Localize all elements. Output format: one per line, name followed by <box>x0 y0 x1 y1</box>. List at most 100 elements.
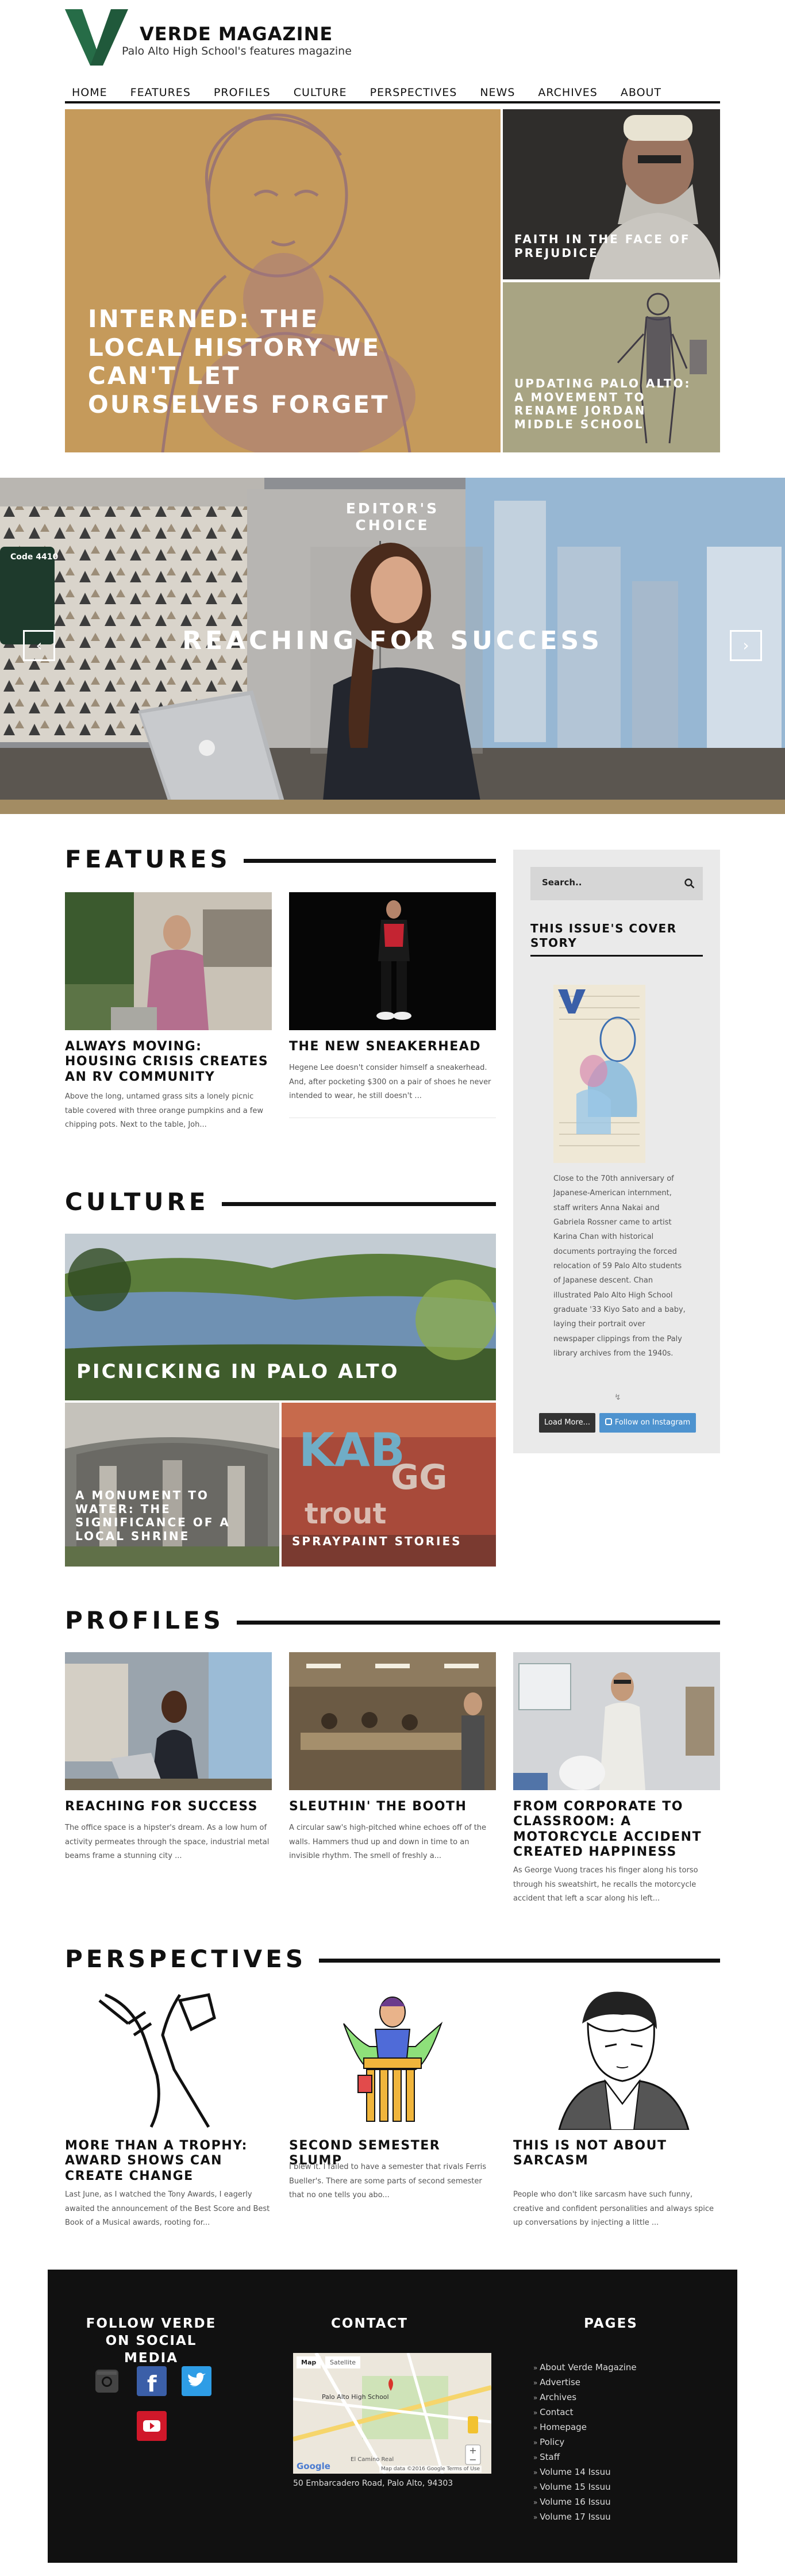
hero-main-tile[interactable]: INTERNED: THE LOCAL HISTORY WE CAN'T LET… <box>65 109 501 452</box>
page-link[interactable]: Homepage <box>533 2420 637 2435</box>
site-subtitle: Palo Alto High School's features magazin… <box>122 45 352 57</box>
map-zoom-out-button[interactable]: − <box>467 2455 479 2464</box>
perspective-card-1-excerpt: Last June, as I watched the Tony Awards,… <box>65 2190 270 2228</box>
profile-card-3-image[interactable] <box>513 1652 720 1790</box>
hero-side-top-tile[interactable]: FAITH IN THE FACE OF PREJUDICE <box>503 109 720 279</box>
nav-news[interactable]: NEWS <box>480 82 515 101</box>
page-link[interactable]: Contact <box>533 2405 637 2420</box>
profile-card-2-title[interactable]: SLEUTHIN' THE BOOTH <box>289 1799 496 1814</box>
search-input[interactable]: Search.. <box>542 877 582 888</box>
page-link[interactable]: Volume 16 Issuu <box>533 2495 637 2510</box>
profile-card-2-photo <box>289 1652 496 1790</box>
slider-prev-button[interactable]: ‹ <box>23 630 55 661</box>
svg-text:f: f <box>147 2371 157 2396</box>
feature-card-1-excerpt: Above the long, untamed grass sits a lon… <box>65 1092 264 1130</box>
slider-title[interactable]: REACHING FOR SUCCESS <box>134 626 651 655</box>
perspectives-heading: PERSPECTIVES <box>65 1945 320 1973</box>
culture-main-tile[interactable]: PICNICKING IN PALO ALTO <box>65 1234 496 1400</box>
profile-card-2-image[interactable] <box>289 1652 496 1790</box>
nav-perspectives[interactable]: PERSPECTIVES <box>370 82 457 101</box>
map-tab-map[interactable]: Map <box>297 2356 321 2368</box>
perspective-card-1-title[interactable]: MORE THAN A TROPHY: AWARD SHOWS CAN CREA… <box>65 2139 260 2184</box>
svg-text:GG: GG <box>391 1457 448 1498</box>
follow-instagram-button[interactable]: Follow on Instagram <box>599 1413 696 1433</box>
perspective-card-2-image[interactable] <box>289 1989 496 2130</box>
editors-choice-slider[interactable]: Code 4410 EDITOR'S CHOICE REACHING FOR S… <box>0 478 785 814</box>
perspective-card-3-image[interactable] <box>513 1989 720 2130</box>
hero-side-top-title[interactable]: FAITH IN THE FACE OF PREJUDICE <box>514 232 698 260</box>
instagram-icon[interactable] <box>92 2366 122 2396</box>
cover-illustration <box>553 985 645 1163</box>
nav-archives[interactable]: ARCHIVES <box>538 82 597 101</box>
page-link[interactable]: Volume 15 Issuu <box>533 2480 637 2495</box>
page-link[interactable]: Policy <box>533 2435 637 2450</box>
slider-kicker: EDITOR'S CHOICE <box>345 500 440 533</box>
page-link[interactable]: Archives <box>533 2390 637 2405</box>
search-box[interactable]: Search.. <box>530 867 703 900</box>
perspective-card-3-excerpt: People who don't like sarcasm have such … <box>513 2190 714 2228</box>
profile-card-1-title[interactable]: REACHING FOR SUCCESS <box>65 1799 272 1814</box>
map-street-label: El Camino Real <box>351 2456 394 2463</box>
slider-wall-sign: Code 4410 <box>10 552 59 562</box>
verde-logo[interactable] <box>65 9 128 66</box>
page-link[interactable]: About Verde Magazine <box>533 2360 637 2375</box>
main-nav: HOME FEATURES PROFILES CULTURE PERSPECTI… <box>65 82 720 103</box>
nav-profiles[interactable]: PROFILES <box>214 82 271 101</box>
contact-map[interactable]: Map Satellite Palo Alto High School El C… <box>293 2353 491 2474</box>
feature-card-2-title[interactable]: THE NEW SNEAKERHEAD <box>289 1039 496 1054</box>
culture-main-title[interactable]: PICNICKING IN PALO ALTO <box>76 1360 479 1383</box>
instagram-small-icon <box>605 1418 612 1425</box>
perspective-card-3-title[interactable]: THIS IS NOT ABOUT SARCASM <box>513 2139 709 2169</box>
feature-card-1-image[interactable] <box>65 892 272 1030</box>
map-place-label: Palo Alto High School <box>322 2393 389 2401</box>
profiles-heading: PROFILES <box>65 1606 237 1634</box>
perspective-card-1-image[interactable] <box>65 1989 272 2130</box>
nav-culture[interactable]: CULTURE <box>294 82 347 101</box>
features-rule <box>230 859 496 863</box>
svg-text:KAB: KAB <box>299 1423 405 1477</box>
page-link[interactable]: Advertise <box>533 2375 637 2390</box>
search-icon[interactable] <box>684 878 695 889</box>
perspective-card-3-illustration <box>558 1991 690 2130</box>
nav-features[interactable]: FEATURES <box>130 82 191 101</box>
profiles-rule <box>221 1621 720 1625</box>
twitter-icon[interactable] <box>182 2366 211 2396</box>
svg-text:trout: trout <box>305 1497 386 1530</box>
profile-card-3-photo <box>513 1652 720 1790</box>
culture-sub-left-title[interactable]: A MONUMENT TO WATER: THE SIGNIFICANCE OF… <box>75 1488 248 1543</box>
page-link[interactable]: Volume 14 Issuu <box>533 2465 637 2480</box>
nav-about[interactable]: ABOUT <box>621 82 661 101</box>
map-graphic <box>293 2353 491 2474</box>
feature-card-2-image[interactable] <box>289 892 496 1030</box>
profile-card-3-title[interactable]: FROM CORPORATE TO CLASSROOM: A MOTORCYCL… <box>513 1799 709 1860</box>
feature-card-1-title[interactable]: ALWAYS MOVING: HOUSING CRISIS CREATES AN… <box>65 1039 272 1085</box>
map-tab-satellite[interactable]: Satellite <box>325 2356 361 2368</box>
map-google-logo: Google <box>297 2461 330 2471</box>
site-title[interactable]: VERDE MAGAZINE <box>140 23 333 45</box>
page-link[interactable]: Staff <box>533 2450 637 2465</box>
sidebar: Search.. THIS ISSUE'S COVER STORY Close … <box>513 850 720 1453</box>
perspective-card-2-illustration <box>343 1997 443 2122</box>
chevron-left-icon: ‹ <box>36 636 43 655</box>
profile-card-3-excerpt: As George Vuong traces his finger along … <box>513 1866 698 1903</box>
culture-sub-left-tile[interactable]: A MONUMENT TO WATER: THE SIGNIFICANCE OF… <box>65 1403 279 1567</box>
culture-sub-right-tile[interactable]: KAB GG trout SPRAYPAINT STORIES <box>282 1403 496 1567</box>
hero-side-bottom-title[interactable]: UPDATING PALO ALTO: A MOVEMENT TO RENAME… <box>514 377 704 431</box>
slider-next-button[interactable]: › <box>730 630 762 661</box>
page-link[interactable]: Volume 17 Issuu <box>533 2510 637 2525</box>
youtube-icon[interactable] <box>137 2411 167 2441</box>
profile-card-1-photo <box>65 1652 272 1790</box>
feature-card-2-photo <box>289 892 496 1030</box>
hero-side-bottom-tile[interactable]: UPDATING PALO ALTO: A MOVEMENT TO RENAME… <box>503 282 720 452</box>
hero-main-title[interactable]: INTERNED: THE LOCAL HISTORY WE CAN'T LET… <box>88 305 410 419</box>
cover-story-heading: THIS ISSUE'S COVER STORY <box>530 922 703 957</box>
profile-card-1-excerpt: The office space is a hipster's dream. A… <box>65 1823 270 1861</box>
footer: FOLLOW VERDE ON SOCIAL MEDIA f CONTACT M… <box>48 2270 737 2563</box>
load-more-button[interactable]: Load More... <box>539 1413 595 1433</box>
nav-home[interactable]: HOME <box>72 82 107 101</box>
culture-sub-right-title[interactable]: SPRAYPAINT STORIES <box>292 1534 482 1549</box>
cover-image[interactable] <box>553 985 645 1163</box>
facebook-icon[interactable]: f <box>137 2366 167 2397</box>
footer-social-heading: FOLLOW VERDE ON SOCIAL MEDIA <box>86 2316 217 2366</box>
profile-card-1-image[interactable] <box>65 1652 272 1790</box>
